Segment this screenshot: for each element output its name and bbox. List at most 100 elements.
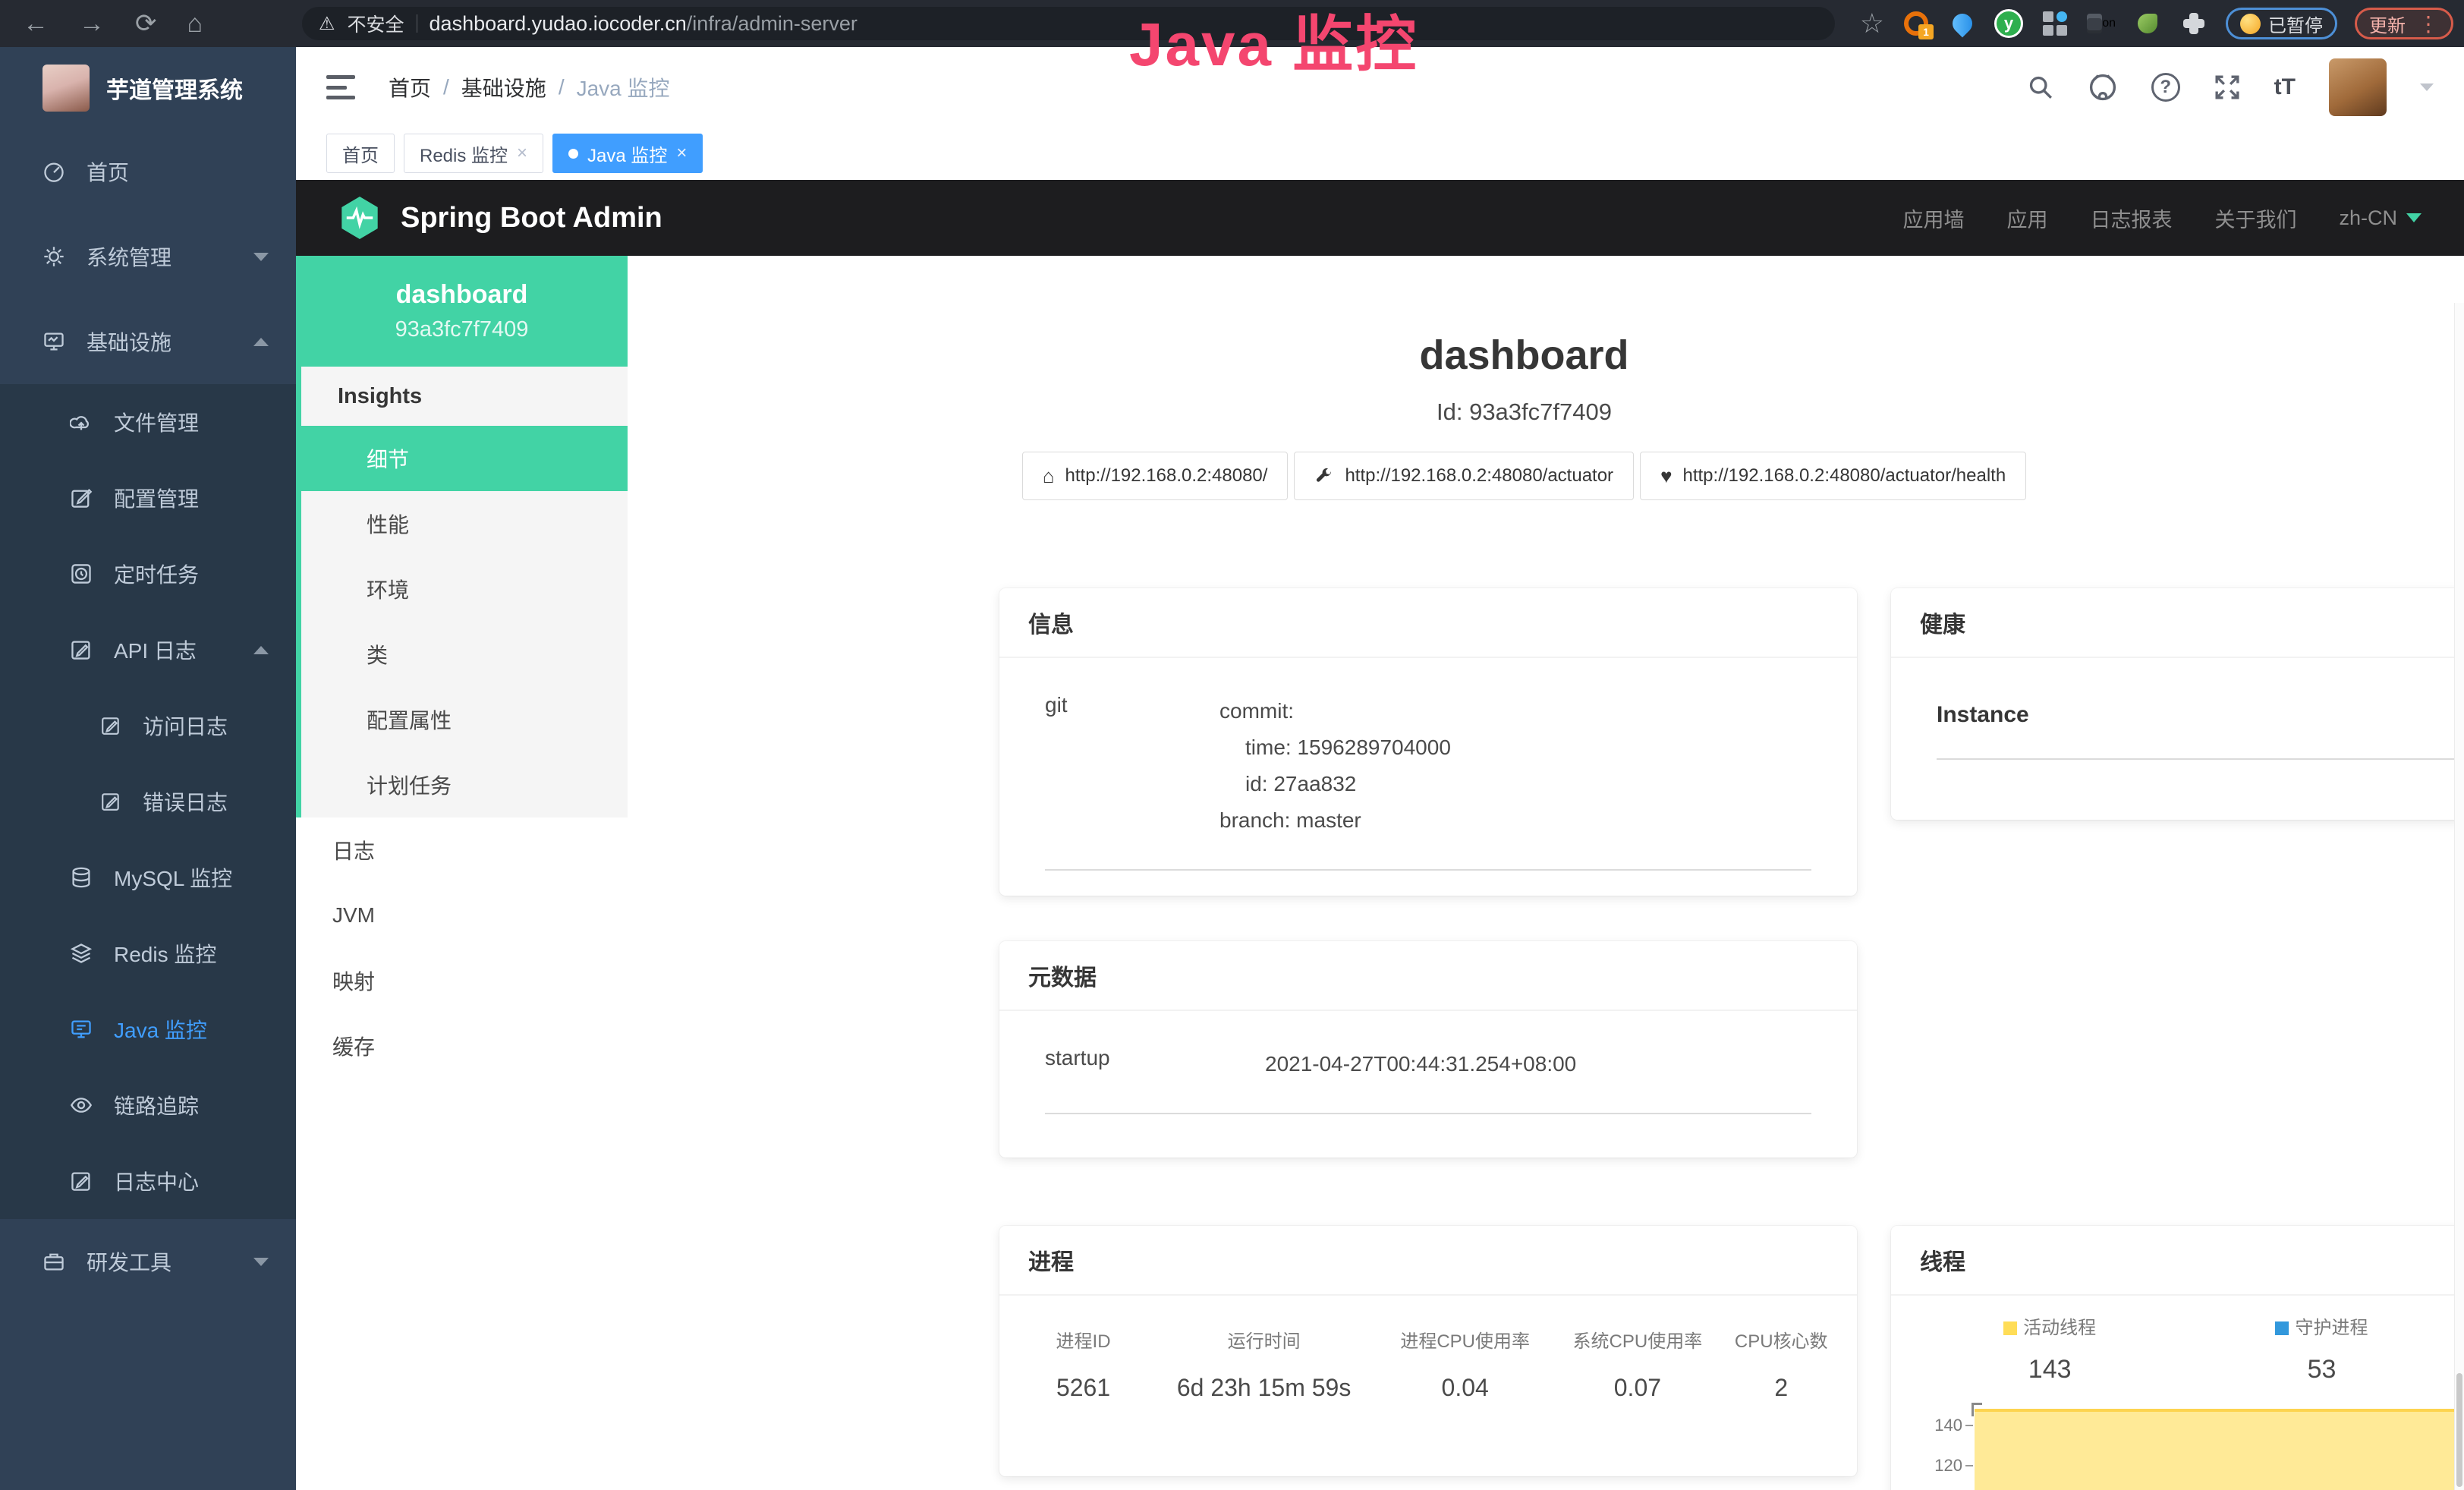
- tab-home[interactable]: 首页: [326, 134, 395, 173]
- extension-leaf-icon[interactable]: [2133, 9, 2162, 38]
- help-icon[interactable]: ?: [2151, 73, 2180, 102]
- close-icon[interactable]: ×: [676, 143, 687, 164]
- metadata-value: 2021-04-27T00:44:31.254+08:00: [1265, 1046, 1576, 1082]
- back-icon[interactable]: ←: [23, 11, 49, 36]
- sba-locale-select[interactable]: zh-CN: [2339, 206, 2422, 230]
- sba-item-details[interactable]: 细节: [301, 426, 628, 491]
- threads-chart: 140 120 100: [1914, 1401, 2464, 1490]
- font-size-icon[interactable]: tT: [2274, 74, 2296, 100]
- threads-stats: 活动线程 143 守护进程 53 线程峰值 147: [1914, 1318, 2464, 1384]
- sidebar-item-access-log[interactable]: 访问日志: [0, 688, 296, 764]
- admin-sidebar: 芋道管理系统 首页 系统管理 基础设施 文件管理 配置管理 定时任务 API 日…: [0, 47, 296, 1490]
- extension-switch-icon[interactable]: on: [2087, 9, 2116, 38]
- sba-item-mappings[interactable]: 映射: [296, 948, 628, 1013]
- gear-icon: [42, 245, 65, 268]
- sba-item-environment[interactable]: 环境: [301, 556, 628, 622]
- sba-nav-wallboard[interactable]: 应用墙: [1902, 203, 1964, 233]
- url-text: dashboard.yudao.iocoder.cn/infra/admin-s…: [430, 12, 858, 36]
- profile-paused-button[interactable]: 已暂停: [2226, 8, 2337, 39]
- search-icon[interactable]: [2027, 74, 2054, 101]
- health-url-button[interactable]: ♥ http://192.168.0.2:48080/actuator/heal…: [1640, 452, 2026, 500]
- threads-card: 线程 活动线程 143 守护进程 53 线程峰值 147: [1891, 1226, 2464, 1490]
- sba-item-scheduled-tasks[interactable]: 计划任务: [301, 752, 628, 817]
- sba-nav-about[interactable]: 关于我们: [2214, 203, 2296, 233]
- sidebar-item-dev-tools[interactable]: 研发工具: [0, 1219, 296, 1304]
- tab-redis-monitor[interactable]: Redis 监控×: [404, 134, 543, 173]
- sidebar-item-redis-monitor[interactable]: Redis 监控: [0, 915, 296, 991]
- wrench-icon: [1314, 466, 1334, 486]
- sidebar-item-java-monitor[interactable]: Java 监控: [0, 991, 296, 1067]
- sba-nav-applications[interactable]: 应用: [2006, 203, 2047, 233]
- service-url-button[interactable]: ⌂ http://192.168.0.2:48080/: [1022, 452, 1289, 500]
- sba-nav-journal[interactable]: 日志报表: [2090, 203, 2172, 233]
- sidebar-collapse-icon[interactable]: [326, 75, 355, 99]
- log-edit-icon: [70, 1170, 93, 1192]
- sba-item-config-props[interactable]: 配置属性: [301, 687, 628, 752]
- sidebar-item-home[interactable]: 首页: [0, 129, 296, 214]
- live-threads-swatch: [2003, 1321, 2017, 1335]
- row-divider: [1045, 869, 1811, 871]
- tab-java-monitor[interactable]: Java 监控×: [552, 134, 703, 173]
- sidebar-item-system[interactable]: 系统管理: [0, 214, 296, 299]
- github-icon[interactable]: [2088, 72, 2118, 102]
- forward-icon[interactable]: →: [79, 11, 105, 36]
- row-divider: [1937, 758, 2464, 760]
- sba-item-logs[interactable]: 日志: [296, 817, 628, 883]
- sba-brand[interactable]: Spring Boot Admin: [338, 194, 662, 241]
- close-icon[interactable]: ×: [517, 143, 527, 164]
- instance-id: 93a3fc7f7409: [395, 317, 529, 342]
- sba-item-caches[interactable]: 缓存: [296, 1013, 628, 1079]
- extension-orange-icon[interactable]: 1: [1902, 9, 1931, 38]
- daemon-threads-value: 53: [2186, 1354, 2457, 1384]
- breadcrumb-infra[interactable]: 基础设施: [461, 72, 546, 102]
- actuator-url-button[interactable]: http://192.168.0.2:48080/actuator: [1294, 452, 1634, 500]
- sidebar-item-log-center[interactable]: 日志中心: [0, 1143, 296, 1219]
- extension-y-icon[interactable]: y: [1994, 9, 2023, 38]
- address-bar[interactable]: ⚠ 不安全 dashboard.yudao.iocoder.cn/infra/a…: [302, 7, 1835, 40]
- sba-item-metrics[interactable]: 性能: [301, 491, 628, 556]
- sba-item-classes[interactable]: 类: [301, 622, 628, 687]
- user-avatar[interactable]: [2329, 58, 2387, 116]
- active-dot: [568, 149, 578, 159]
- health-card-title: 健康: [1920, 606, 1965, 639]
- browser-menu-icon[interactable]: ⋮: [2418, 11, 2439, 36]
- sidebar-item-tracing[interactable]: 链路追踪: [0, 1067, 296, 1143]
- process-card-title: 进程: [1028, 1243, 1074, 1277]
- log-edit-icon: [100, 715, 121, 736]
- fullscreen-icon[interactable]: [2214, 74, 2241, 101]
- health-instance-row[interactable]: Instance UP: [1937, 702, 2464, 728]
- reload-icon[interactable]: ⟳: [135, 11, 157, 36]
- spring-boot-admin-logo-icon: [338, 194, 381, 241]
- sidebar-item-scheduled-jobs[interactable]: 定时任务: [0, 536, 296, 612]
- cpu-cores-value: 2: [1724, 1374, 1839, 1402]
- scrollbar-thumb[interactable]: [2456, 1373, 2462, 1487]
- sidebar-item-api-log[interactable]: API 日志: [0, 612, 296, 688]
- breadcrumb-home[interactable]: 首页: [389, 72, 431, 102]
- extension-grid-icon[interactable]: [2041, 9, 2069, 38]
- tags-view-bar: 首页 Redis 监控× Java 监控×: [296, 128, 2464, 180]
- sidebar-item-infra[interactable]: 基础设施: [0, 299, 296, 384]
- home-icon[interactable]: ⌂: [187, 11, 203, 36]
- sidebar-item-config-management[interactable]: 配置管理: [0, 460, 296, 536]
- extension-pin-icon[interactable]: [1948, 9, 1977, 38]
- log-edit-icon: [70, 638, 93, 661]
- info-card: 信息 git commit: time: 1596289704000 id: 2…: [999, 588, 1857, 896]
- chrome-update-button[interactable]: 更新 ⋮: [2355, 8, 2453, 39]
- bookmark-star-icon[interactable]: ☆: [1860, 8, 1884, 39]
- info-key: git: [1045, 693, 1219, 839]
- instance-name: dashboard: [396, 280, 528, 310]
- app-logo-row: 芋道管理系统: [0, 47, 296, 129]
- instance-title: dashboard: [628, 332, 2421, 379]
- sidebar-item-error-log[interactable]: 错误日志: [0, 764, 296, 840]
- sidebar-item-file-management[interactable]: 文件管理: [0, 384, 296, 460]
- avatar-caret-icon[interactable]: [2420, 83, 2434, 91]
- heart-icon: ♥: [1660, 466, 1672, 486]
- extensions-puzzle-icon[interactable]: [2179, 9, 2208, 38]
- sba-section-insights: Insights: [301, 367, 628, 426]
- content-scrollbar[interactable]: [2454, 303, 2464, 1490]
- sba-item-jvm[interactable]: JVM: [296, 883, 628, 948]
- monitor-icon: [42, 330, 65, 353]
- infra-submenu: 文件管理 配置管理 定时任务 API 日志 访问日志 错误日志 MySQL 监控: [0, 384, 296, 1219]
- java-monitor-icon: [70, 1018, 93, 1041]
- sidebar-item-mysql-monitor[interactable]: MySQL 监控: [0, 840, 296, 915]
